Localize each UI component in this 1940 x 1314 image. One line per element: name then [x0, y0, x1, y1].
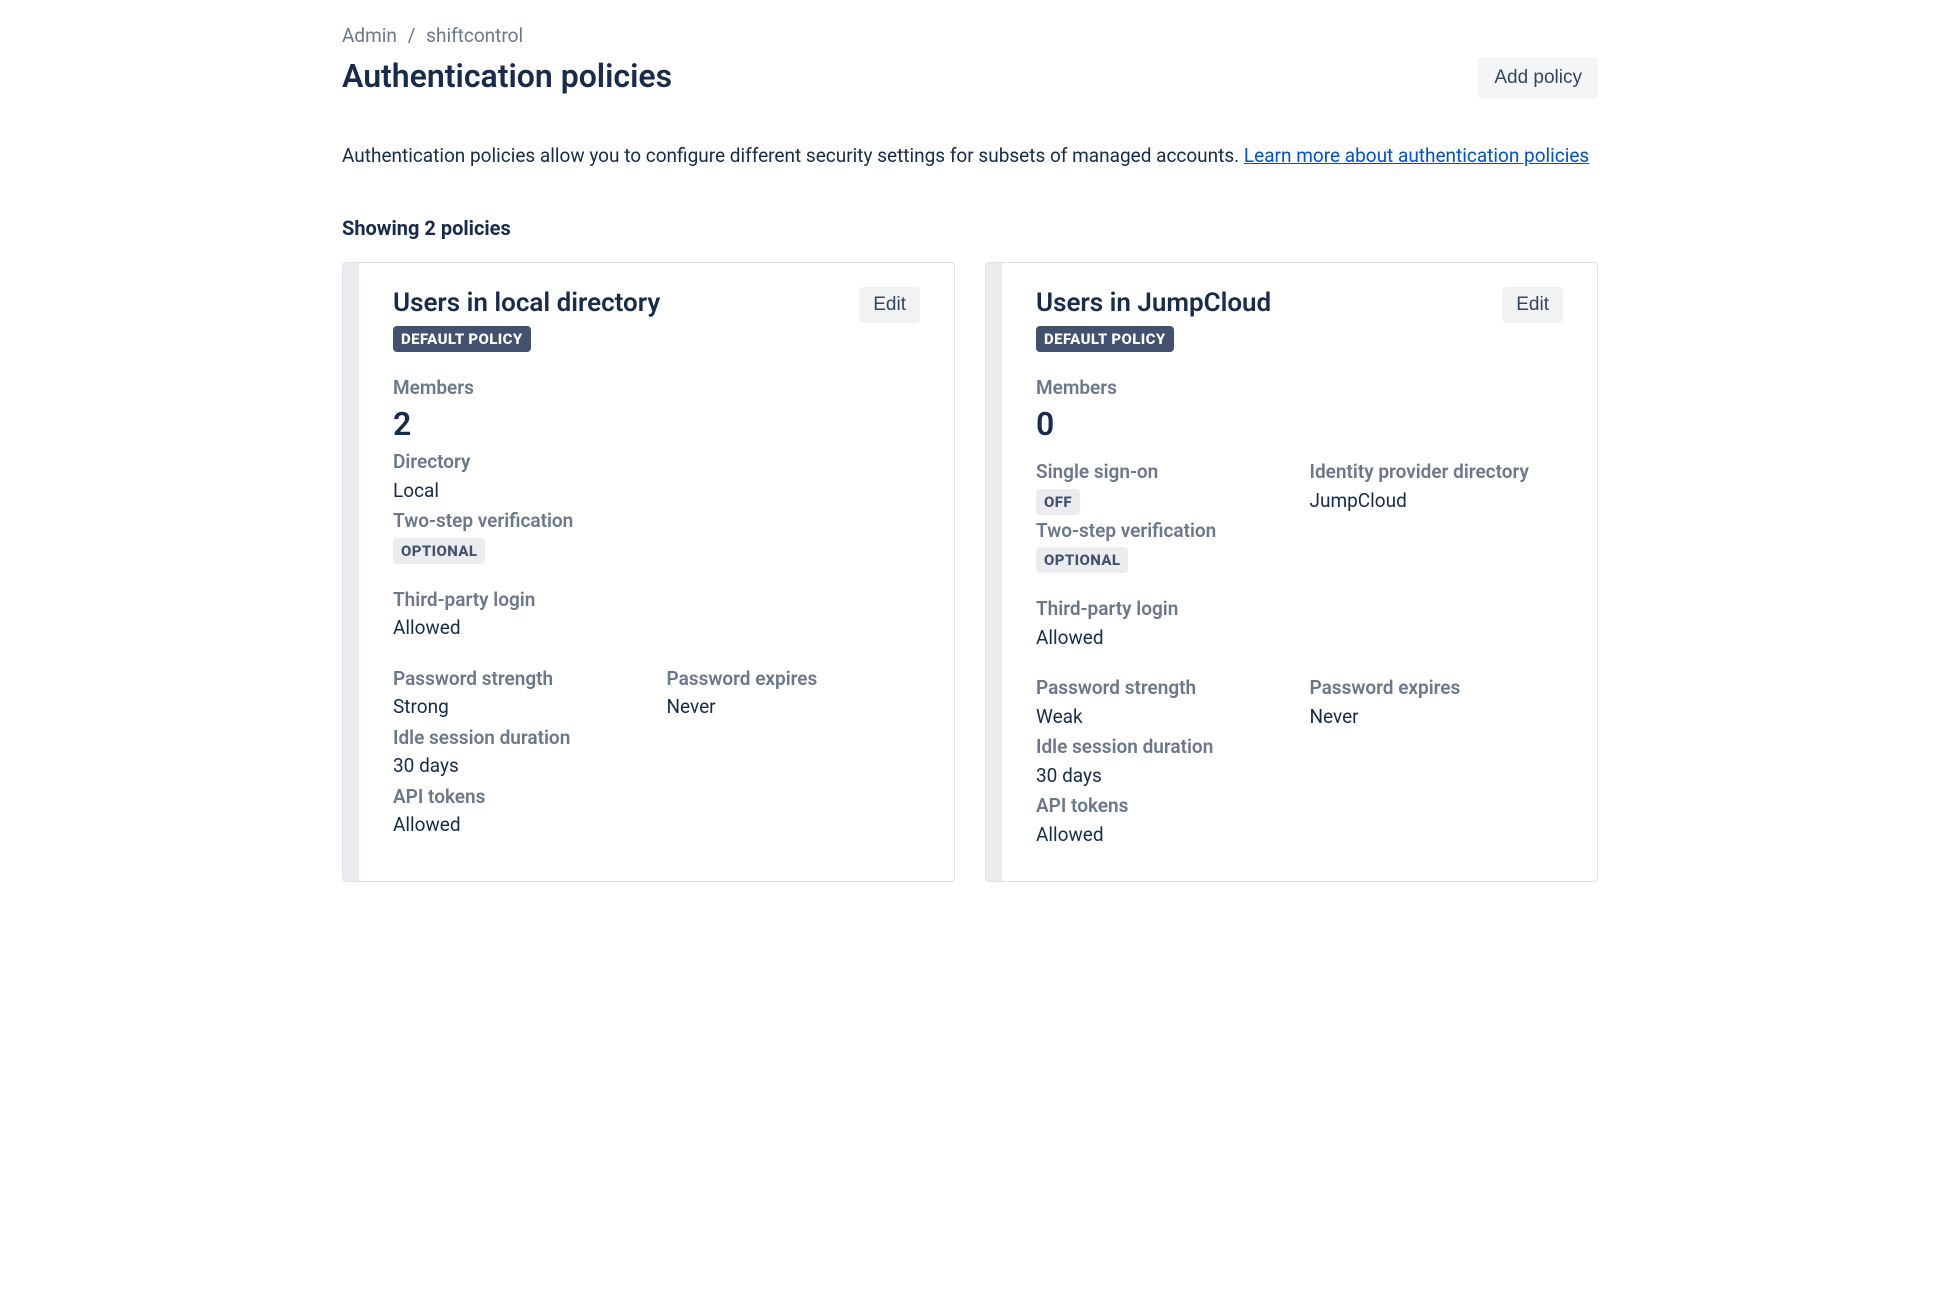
members-value: 2: [393, 404, 920, 446]
idle-session-label: Idle session duration: [393, 724, 647, 753]
sso-label: Single sign-on: [1036, 458, 1290, 487]
policy-card-local: Users in local directory DEFAULT POLICY …: [342, 262, 955, 882]
intro-text: Authentication policies allow you to con…: [342, 141, 1598, 170]
pw-strength-value: Strong: [393, 693, 647, 722]
default-policy-badge: DEFAULT POLICY: [1036, 326, 1174, 352]
api-tokens-label: API tokens: [393, 783, 647, 812]
third-party-value: Allowed: [393, 614, 920, 643]
api-tokens-value: Allowed: [1036, 821, 1290, 850]
card-stripe: [986, 263, 1002, 881]
directory-label: Directory: [393, 448, 920, 477]
two-step-badge: OPTIONAL: [1036, 547, 1128, 573]
members-label: Members: [393, 374, 920, 403]
learn-more-link[interactable]: Learn more about authentication policies: [1244, 144, 1589, 167]
breadcrumb-separator: /: [408, 24, 416, 47]
two-step-label: Two-step verification: [393, 507, 920, 536]
idle-session-value: 30 days: [393, 752, 647, 781]
pw-expires-value: Never: [1310, 703, 1564, 732]
page-title: Authentication policies: [342, 57, 672, 95]
breadcrumb: Admin / shiftcontrol: [342, 24, 1598, 47]
idp-directory-label: Identity provider directory: [1310, 458, 1564, 487]
pw-expires-value: Never: [667, 693, 921, 722]
pw-strength-label: Password strength: [1036, 674, 1290, 703]
edit-button[interactable]: Edit: [859, 287, 920, 323]
card-stripe: [343, 263, 359, 881]
idle-session-label: Idle session duration: [1036, 733, 1290, 762]
pw-strength-label: Password strength: [393, 665, 647, 694]
pw-strength-value: Weak: [1036, 703, 1290, 732]
policy-count: Showing 2 policies: [342, 216, 1598, 240]
policy-card-jumpcloud: Users in JumpCloud DEFAULT POLICY Edit M…: [985, 262, 1598, 882]
members-label: Members: [1036, 374, 1563, 403]
members-value: 0: [1036, 404, 1563, 446]
policy-title: Users in JumpCloud: [1036, 287, 1271, 320]
api-tokens-label: API tokens: [1036, 792, 1290, 821]
default-policy-badge: DEFAULT POLICY: [393, 326, 531, 352]
edit-button[interactable]: Edit: [1502, 287, 1563, 323]
policy-title: Users in local directory: [393, 287, 660, 320]
pw-expires-label: Password expires: [667, 665, 921, 694]
pw-expires-label: Password expires: [1310, 674, 1564, 703]
add-policy-button[interactable]: Add policy: [1478, 57, 1598, 99]
idle-session-value: 30 days: [1036, 762, 1290, 791]
breadcrumb-admin[interactable]: Admin: [342, 24, 397, 47]
third-party-value: Allowed: [1036, 624, 1563, 653]
sso-badge: OFF: [1036, 489, 1080, 515]
intro-prefix: Authentication policies allow you to con…: [342, 144, 1244, 167]
api-tokens-value: Allowed: [393, 811, 647, 840]
directory-value: Local: [393, 477, 920, 506]
breadcrumb-org[interactable]: shiftcontrol: [426, 24, 523, 47]
third-party-label: Third-party login: [1036, 595, 1563, 624]
two-step-badge: OPTIONAL: [393, 538, 485, 564]
third-party-label: Third-party login: [393, 586, 920, 615]
idp-directory-value: JumpCloud: [1310, 487, 1564, 516]
two-step-label: Two-step verification: [1036, 517, 1290, 546]
